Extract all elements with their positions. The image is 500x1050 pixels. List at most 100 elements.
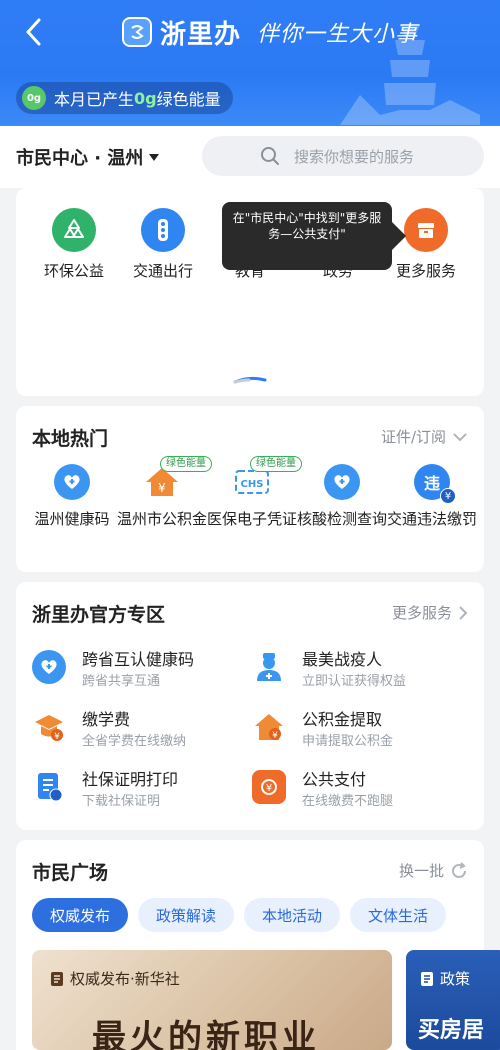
health-code-icon xyxy=(54,464,90,500)
city-selector[interactable]: 市民中心 · 温州 xyxy=(16,144,160,170)
green-energy-badge: 绿色能量 xyxy=(250,456,302,472)
hot-label: 交通违法缴罚 xyxy=(386,510,477,528)
svg-text:¥: ¥ xyxy=(54,732,60,742)
section-title: 浙里办官方专区 xyxy=(32,604,166,626)
recycle-icon xyxy=(52,208,96,252)
official-subtitle: 跨省共享互通 xyxy=(82,674,161,689)
official-subtitle: 申请提取公积金 xyxy=(302,734,394,749)
official-subtitle: 下载社保证明 xyxy=(82,794,161,809)
caret-down-icon xyxy=(149,153,160,161)
hot-item-medical-insurance[interactable]: 绿色能量 CHS 医保电子凭证 xyxy=(206,456,302,530)
quick-item-traffic[interactable]: 交通出行 xyxy=(123,208,203,281)
hot-item-nucleic-test[interactable]: 核酸检测查询 xyxy=(296,464,388,530)
news-card[interactable]: 权威发布·新华社 最火的新职业 xyxy=(32,950,392,1050)
refresh-label: 换一批 xyxy=(398,862,444,880)
document-icon xyxy=(51,971,63,986)
quick-label: 更多服务 xyxy=(395,262,456,280)
energy-suffix: 绿色能量 xyxy=(156,90,221,109)
hot-item-health-code[interactable]: 温州健康码 xyxy=(26,464,118,530)
hot-label: 医保电子凭证 xyxy=(206,510,297,528)
official-item-public-payment[interactable]: ¥ 公共支付 在线缴费不跑腿 xyxy=(252,766,462,820)
more-label: 证件/订阅 xyxy=(380,428,446,446)
official-zone-card: 浙里办官方专区 更多服务 跨省互认健康码 跨省共享互通 最美战疫人 立即认证获得… xyxy=(16,582,484,830)
more-label: 更多服务 xyxy=(391,604,452,622)
official-item-fighter[interactable]: 最美战疫人 立即认证获得权益 xyxy=(252,646,462,700)
more-services-link[interactable]: 更多服务 xyxy=(392,602,468,623)
news-tag-label: 政策 xyxy=(440,970,471,988)
guide-tooltip: 在"市民中心"中找到"更多服务—公共支付" xyxy=(222,202,406,270)
hot-label: 温州市公积金 xyxy=(116,510,207,528)
search-input[interactable]: 搜索你想要的服务 xyxy=(202,136,484,176)
news-headline: 买房居 xyxy=(418,1018,485,1043)
official-item-fund-withdraw[interactable]: ¥ 公积金提取 申请提取公积金 xyxy=(252,706,462,760)
official-title: 跨省互认健康码 xyxy=(82,650,195,669)
public-payment-icon: ¥ xyxy=(252,770,286,804)
nucleic-test-icon xyxy=(324,464,360,500)
citizen-plaza-card: 市民广场 换一批 权威发布 政策解读 本地活动 文体生活 权威发布·新华社 最火… xyxy=(16,840,500,1050)
hot-label: 温州健康码 xyxy=(34,510,110,528)
hot-label: 核酸检测查询 xyxy=(296,510,387,528)
tab-authoritative[interactable]: 权威发布 xyxy=(32,898,129,932)
svg-text:¥: ¥ xyxy=(272,731,278,741)
official-subtitle: 立即认证获得权益 xyxy=(302,674,407,689)
hot-item-traffic-violation[interactable]: 违 ¥ 交通违法缴罚 xyxy=(386,464,478,530)
app-slogan: 伴你一生大小事 xyxy=(257,22,419,47)
tab-local-activity[interactable]: 本地活动 xyxy=(244,898,341,932)
official-item-health-code[interactable]: 跨省互认健康码 跨省共享互通 xyxy=(32,646,242,700)
tab-policy[interactable]: 政策解读 xyxy=(138,898,235,932)
green-energy-icon: 0g xyxy=(22,86,46,110)
official-item-tuition[interactable]: ¥ 缴学费 全省学费在线缴纳 xyxy=(32,706,242,760)
green-energy-pill[interactable]: 0g 本月已产生 0g 绿色能量 xyxy=(16,82,233,114)
search-placeholder: 搜索你想要的服务 xyxy=(294,147,415,166)
fund-withdraw-icon: ¥ xyxy=(252,710,286,744)
svg-text:CHS: CHS xyxy=(241,479,264,490)
certificates-subscribe-link[interactable]: 证件/订阅 xyxy=(381,426,468,447)
loading-indicator-icon xyxy=(233,376,267,384)
city-label: 市民中心 · 温州 xyxy=(16,148,144,169)
section-title: 本地热门 xyxy=(32,428,109,450)
refresh-batch-button[interactable]: 换一批 xyxy=(399,860,468,881)
news-tag: 权威发布·新华社 xyxy=(50,968,180,989)
official-title: 最美战疫人 xyxy=(302,650,383,669)
document-icon xyxy=(421,971,433,986)
quick-label: 环保公益 xyxy=(43,262,104,280)
energy-prefix: 本月已产生 xyxy=(54,90,135,109)
refresh-icon xyxy=(452,861,466,878)
official-title: 公积金提取 xyxy=(302,710,383,729)
official-title: 公共支付 xyxy=(302,770,367,789)
svg-text:¥: ¥ xyxy=(158,481,166,495)
nurse-icon xyxy=(252,650,286,684)
brand-title: 浙里办 伴你一生大小事 xyxy=(122,14,418,50)
official-subtitle: 全省学费在线缴纳 xyxy=(82,734,187,749)
green-energy-badge: 绿色能量 xyxy=(160,456,212,472)
news-tag: 政策 xyxy=(420,968,470,989)
box-icon xyxy=(404,208,448,252)
plaza-tabs: 权威发布 政策解读 本地活动 文体生活 xyxy=(32,898,447,932)
tab-culture-sports[interactable]: 文体生活 xyxy=(350,898,447,932)
app-header: 浙里办 伴你一生大小事 0g 本月已产生 0g 绿色能量 xyxy=(0,0,500,126)
official-item-social-security[interactable]: 社保证明打印 下载社保证明 xyxy=(32,766,242,820)
quick-label: 交通出行 xyxy=(132,262,193,280)
local-hot-card: 本地热门 证件/订阅 温州健康码 绿色能量 ¥ 温州市公积金 绿色能量 CHS … xyxy=(16,406,484,572)
news-card[interactable]: 政策 买房居 xyxy=(406,950,500,1050)
social-security-icon xyxy=(32,770,66,804)
traffic-light-icon xyxy=(141,208,185,252)
health-heart-icon xyxy=(32,650,66,684)
chevron-right-icon xyxy=(459,605,468,620)
official-subtitle: 在线缴费不跑腿 xyxy=(302,794,394,809)
hot-item-housing-fund[interactable]: 绿色能量 ¥ 温州市公积金 xyxy=(116,456,212,530)
zheliban-logo-icon xyxy=(122,17,152,47)
svg-text:¥: ¥ xyxy=(266,783,272,794)
app-title: 浙里办 xyxy=(160,19,242,50)
quick-item-environment[interactable]: 环保公益 xyxy=(34,208,114,281)
back-button[interactable] xyxy=(18,14,48,50)
tuition-icon: ¥ xyxy=(32,710,66,744)
chevron-down-icon xyxy=(453,432,467,441)
official-title: 社保证明打印 xyxy=(82,770,179,789)
search-icon xyxy=(261,147,279,165)
location-search-bar: 市民中心 · 温州 搜索你想要的服务 xyxy=(0,126,500,188)
official-title: 缴学费 xyxy=(82,710,131,729)
news-tag-label: 权威发布·新华社 xyxy=(70,970,180,988)
news-headline: 最火的新职业 xyxy=(92,1018,320,1050)
energy-value: 0g xyxy=(134,88,157,108)
